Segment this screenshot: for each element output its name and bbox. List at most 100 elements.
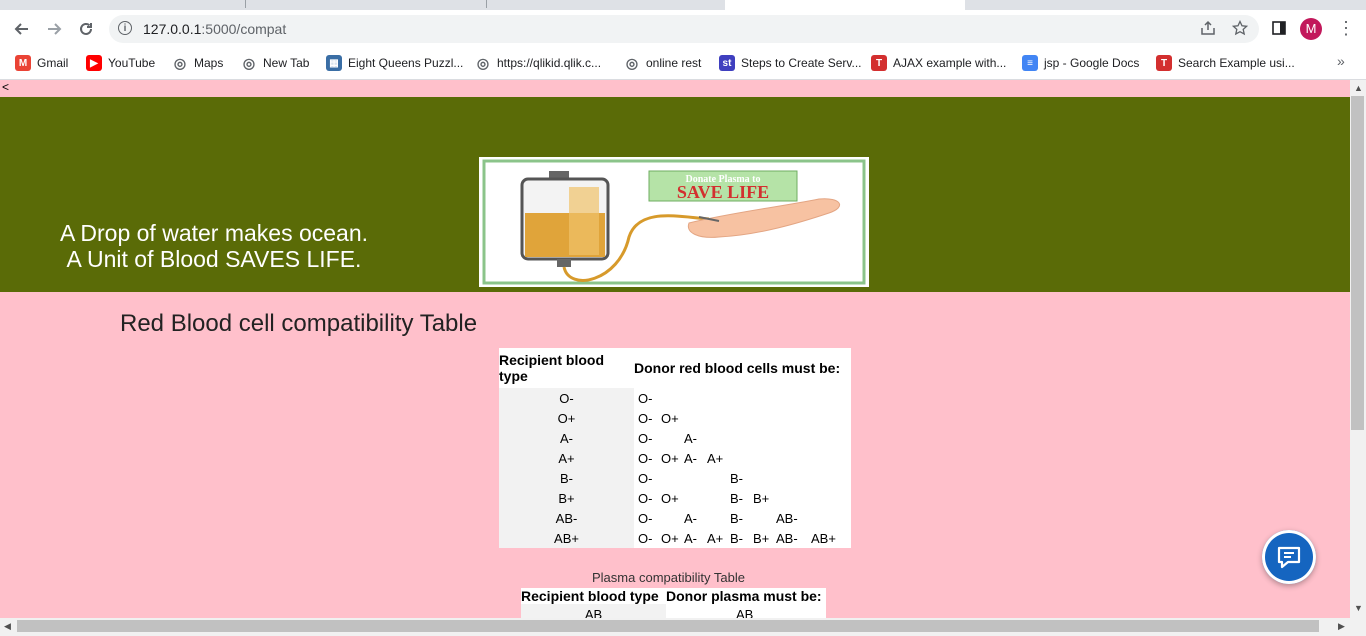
donor-type: O- — [638, 530, 653, 546]
reload-icon[interactable] — [74, 17, 98, 41]
recipient-type-cell: B+ — [499, 488, 634, 508]
vertical-scroll-thumb[interactable] — [1351, 96, 1364, 430]
rbc-header-donor: Donor red blood cells must be: — [634, 360, 841, 376]
donor-cells: O- O+ B- B+ — [634, 488, 851, 508]
donor-type: B+ — [753, 530, 770, 546]
menu-icon[interactable]: ⋮ — [1337, 19, 1355, 37]
globe-icon: ◎ — [242, 54, 256, 71]
donor-type: A+ — [707, 450, 724, 466]
bookmarks-overflow-icon[interactable]: » — [1337, 53, 1345, 69]
gmail-icon: M — [15, 55, 31, 71]
bookmark-label: Search Example usi... — [1178, 56, 1295, 70]
donor-type: A- — [684, 450, 697, 466]
scroll-right-icon[interactable]: ▶ — [1338, 621, 1345, 632]
bookmark-item[interactable]: ◎ https://qlikid.qlik.c... — [475, 53, 601, 73]
share-icon[interactable] — [1200, 20, 1216, 41]
table-row: O+ O- O+ — [499, 408, 851, 428]
bookmark-label: Maps — [194, 56, 224, 70]
bookmark-item[interactable]: ◎ Maps — [172, 53, 223, 73]
donor-cells: O- O+ A- A+ — [634, 448, 851, 468]
bookmark-label: YouTube — [108, 56, 156, 70]
tab-separator — [486, 0, 487, 8]
tab-separator — [245, 0, 246, 8]
image-icon: ▦ — [326, 55, 342, 71]
bookmark-item[interactable]: ▶ YouTube — [86, 53, 155, 73]
plasma-table-title: Plasma compatibility Table — [592, 570, 745, 585]
donor-type: O+ — [661, 410, 679, 426]
scroll-down-icon[interactable]: ▼ — [1354, 603, 1363, 613]
table-row: A+ O- O+ A- A+ — [499, 448, 851, 468]
table-row: A- O- A- — [499, 428, 851, 448]
bookmark-label: jsp - Google Docs — [1044, 56, 1140, 70]
bookmark-item[interactable]: st Steps to Create Serv... — [719, 53, 862, 73]
horizontal-scroll-thumb[interactable] — [17, 620, 1319, 632]
bookmark-item[interactable]: T Search Example usi... — [1156, 53, 1295, 73]
recipient-type-cell: AB- — [499, 508, 634, 528]
donor-cells: O- B- — [634, 468, 851, 488]
chat-button[interactable] — [1262, 530, 1316, 584]
donor-type: B- — [730, 470, 743, 486]
donor-cells: O- — [634, 388, 851, 408]
t-icon: T — [1156, 55, 1172, 71]
bookmark-item[interactable]: M Gmail — [15, 53, 68, 73]
recipient-type-cell: A+ — [499, 448, 634, 468]
donor-type: O- — [638, 390, 653, 406]
table-row: AB- O- A- B- AB- — [499, 508, 851, 528]
donor-type: O+ — [661, 450, 679, 466]
donate-plasma-image: Donate Plasma to SAVE LIFE — [479, 157, 869, 287]
stray-text: < — [2, 80, 10, 94]
table-row: AB+ O- O+ A- A+ B- B+ AB- AB+ — [499, 528, 851, 548]
bookmark-label: https://qlikid.qlik.c... — [497, 56, 602, 70]
donor-cells: O- A- B- AB- — [634, 508, 851, 528]
youtube-icon: ▶ — [86, 55, 102, 71]
slogan-line-1: A Drop of water makes ocean. — [59, 220, 369, 246]
bookmark-label: Gmail — [37, 56, 69, 70]
scroll-left-icon[interactable]: ◀ — [4, 621, 11, 632]
donor-type: AB- — [776, 510, 798, 526]
donor-type: O- — [638, 430, 653, 446]
bookmark-item[interactable]: ▦ Eight Queens Puzzl... — [326, 53, 463, 73]
donor-type: B- — [730, 510, 743, 526]
bookmark-item[interactable]: T AJAX example with... — [871, 53, 1006, 73]
donor-type: O- — [638, 490, 653, 506]
side-panel-icon[interactable] — [1272, 21, 1286, 40]
bookmark-label: Steps to Create Serv... — [741, 56, 862, 70]
star-icon[interactable] — [1231, 19, 1249, 41]
url-text[interactable]: 127.0.0.1:5000/compat — [143, 21, 286, 37]
recipient-type-cell: B- — [499, 468, 634, 488]
site-info-icon[interactable]: i — [118, 21, 132, 35]
t-icon: T — [871, 55, 887, 71]
donor-type: O- — [638, 450, 653, 466]
rbc-table-title: Red Blood cell compatibility Table — [120, 310, 478, 337]
st-icon: st — [719, 55, 735, 71]
globe-icon: ◎ — [625, 54, 639, 71]
plasma-header-recipient: Recipient blood type — [521, 588, 659, 604]
back-icon[interactable] — [10, 17, 34, 41]
bookmark-item[interactable]: ◎ online rest — [624, 53, 701, 73]
bookmark-item[interactable]: ≡ jsp - Google Docs — [1022, 53, 1139, 73]
slogan: A Drop of water makes ocean. A Unit of B… — [54, 220, 374, 272]
donor-type: A- — [684, 530, 697, 546]
bookmark-item[interactable]: ◎ New Tab — [241, 53, 310, 73]
donor-type: A- — [684, 510, 697, 526]
globe-icon: ◎ — [476, 54, 490, 71]
table-row: O- O- — [499, 388, 851, 408]
tab-active[interactable] — [725, 0, 965, 10]
donor-cells: O- A- — [634, 428, 851, 448]
recipient-type-cell: AB+ — [499, 528, 634, 548]
table-row: B- O- B- — [499, 468, 851, 488]
scroll-up-icon[interactable]: ▲ — [1354, 83, 1363, 93]
donor-cells: O- O+ A- A+ B- B+ AB- AB+ — [634, 528, 851, 548]
tab-strip — [0, 0, 1366, 10]
chat-icon — [1277, 546, 1301, 569]
profile-avatar[interactable]: M — [1300, 18, 1322, 40]
donor-type: A- — [684, 430, 697, 446]
bookmark-label: AJAX example with... — [893, 56, 1007, 70]
slogan-line-2: A Unit of Blood SAVES LIFE. — [66, 246, 362, 272]
table-row: B+ O- O+ B- B+ — [499, 488, 851, 508]
donor-type: O+ — [661, 490, 679, 506]
forward-icon[interactable] — [42, 17, 66, 41]
recipient-type-cell: O+ — [499, 408, 634, 428]
donor-type: AB- — [776, 530, 798, 546]
recipient-type-cell: A- — [499, 428, 634, 448]
